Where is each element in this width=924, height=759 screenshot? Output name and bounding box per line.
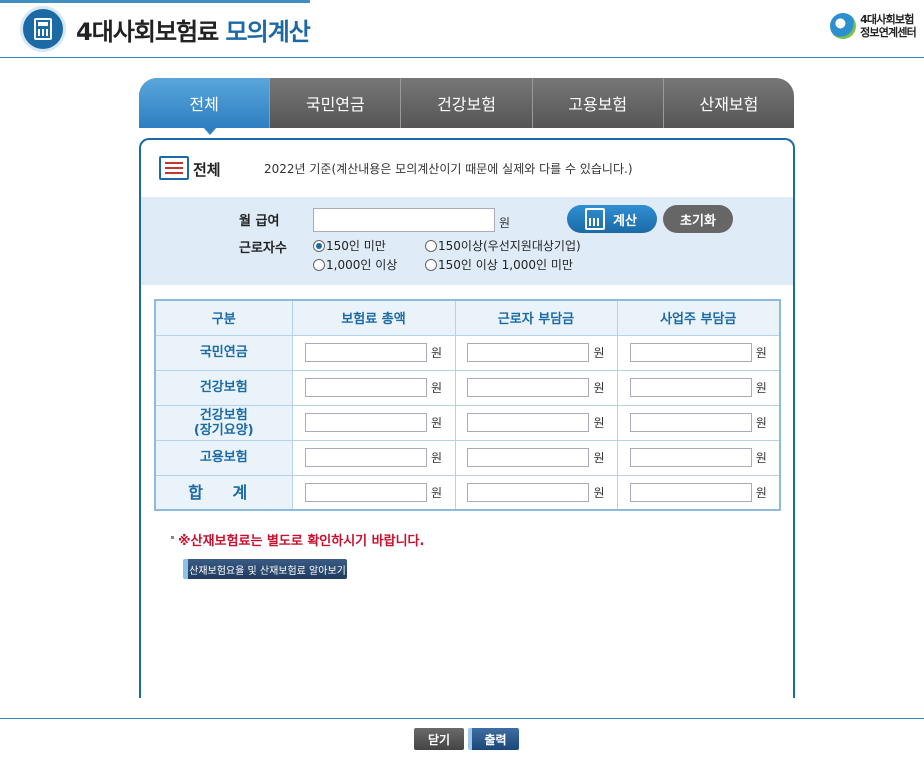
sum-employer-input[interactable] [629, 482, 752, 502]
table-row: 건강보험 (장기요양) 원 원 원 [154, 404, 781, 441]
reset-button[interactable]: 초기화 [663, 205, 733, 233]
logo-mark-icon [830, 13, 857, 39]
col-category: 구분 [154, 299, 293, 336]
unit: 원 [593, 451, 605, 465]
table-row: 합 계 원 원 원 [154, 474, 781, 511]
employment-total-input[interactable] [304, 448, 427, 467]
page-title: 4대사회보험료 모의계산 [76, 18, 311, 46]
salary-unit: 원 [499, 216, 511, 230]
longterm-care-employee-input[interactable] [467, 413, 590, 432]
unit: 원 [593, 416, 605, 430]
premium-table: 구분 보험료 총액 근로자 부담금 사업주 부담금 국민연금 원 원 원 건강보… [154, 299, 781, 511]
unit: 원 [755, 451, 767, 465]
radio-dot [425, 258, 437, 271]
section-title: 전체 [193, 161, 221, 179]
monitor-icon [159, 156, 189, 180]
tab-industrial-accident[interactable]: 산재보험 [664, 78, 794, 128]
calculate-button[interactable]: 계산 [567, 205, 657, 233]
sum-total-input[interactable] [304, 482, 427, 502]
bullet-icon [171, 536, 174, 539]
row-label: 건강보험 [154, 369, 293, 406]
row-label: 건강보험 (장기요양) [154, 404, 293, 441]
col-employee-share: 근로자 부담금 [454, 299, 618, 336]
unit: 원 [593, 346, 605, 360]
radio-150-priority[interactable]: 150이상(우선지원대상기업) [425, 237, 581, 254]
row-label: 고용보험 [154, 439, 293, 476]
tab-employment-insurance[interactable]: 고용보험 [533, 78, 664, 128]
unit: 원 [755, 381, 767, 395]
workers-label: 근로자수 [239, 241, 287, 256]
table-row: 건강보험 원 원 원 [154, 369, 781, 406]
unit: 원 [430, 485, 443, 500]
unit: 원 [430, 381, 443, 395]
calculator-icon [585, 208, 605, 230]
radio-dot [313, 239, 325, 252]
national-pension-total-input[interactable] [304, 343, 427, 362]
unit: 원 [430, 451, 443, 465]
longterm-care-total-input[interactable] [304, 413, 427, 432]
col-total-premium: 보험료 총액 [291, 299, 456, 336]
main-panel: 전체 2022년 기준(계산내용은 모의계산이기 때문에 실제와 다를 수 있습… [139, 138, 795, 698]
radio-dot [425, 239, 437, 252]
national-pension-employer-input[interactable] [629, 343, 752, 362]
calculator-icon [20, 6, 66, 52]
salary-input[interactable] [313, 208, 495, 232]
industrial-accident-rate-link-button[interactable]: 산재보험요율 및 산재보험료 알아보기 [183, 559, 347, 579]
unit: 원 [755, 346, 767, 360]
unit: 원 [593, 381, 605, 395]
app-header: 4대사회보험료 모의계산 4대사회보험 정보연계센터 [0, 0, 924, 58]
unit: 원 [430, 416, 443, 430]
row-label: 국민연금 [154, 334, 293, 371]
row-label-total: 합 계 [154, 474, 293, 511]
health-employee-input[interactable] [467, 378, 590, 397]
tab-all[interactable]: 전체 [139, 78, 271, 128]
salary-label: 월 급여 [239, 214, 280, 229]
logo-line-1: 4대사회보험 [860, 13, 914, 26]
section-note: 2022년 기준(계산내용은 모의계산이기 때문에 실제와 다를 수 있습니다.… [264, 162, 633, 176]
close-button[interactable]: 닫기 [414, 728, 464, 750]
header-topline [0, 0, 310, 3]
unit: 원 [430, 346, 443, 360]
tab-health-insurance[interactable]: 건강보험 [401, 78, 533, 128]
table-header-row: 구분 보험료 총액 근로자 부담금 사업주 부담금 [154, 299, 781, 336]
longterm-care-employer-input[interactable] [629, 413, 752, 432]
table-row: 고용보험 원 원 원 [154, 439, 781, 476]
employment-employee-input[interactable] [467, 448, 590, 467]
health-employer-input[interactable] [629, 378, 752, 397]
sum-employee-input[interactable] [467, 482, 590, 502]
radio-1000-over[interactable]: 1,000인 이상 [313, 256, 397, 273]
footer: 닫기 출력 [0, 718, 924, 759]
radio-under-150[interactable]: 150인 미만 [313, 237, 386, 254]
unit: 원 [755, 416, 767, 430]
table-row: 국민연금 원 원 원 [154, 334, 781, 371]
national-pension-employee-input[interactable] [467, 343, 590, 362]
logo-line-2: 정보연계센터 [860, 26, 917, 39]
col-employer-share: 사업주 부담금 [616, 299, 781, 336]
input-area: 월 급여 원 계산 초기화 근로자수 150인 미만 150이상(우선지원대상기… [141, 197, 793, 285]
org-logo: 4대사회보험 정보연계센터 [830, 13, 917, 39]
print-button[interactable]: 출력 [468, 728, 519, 750]
employment-employer-input[interactable] [629, 448, 752, 467]
unit: 원 [593, 485, 605, 500]
industrial-accident-notice: ※산재보험료는 별도로 확인하시기 바랍니다. [171, 530, 424, 549]
radio-150-to-1000[interactable]: 150인 이상 1,000인 미만 [425, 256, 573, 273]
active-tab-pointer [203, 127, 217, 135]
unit: 원 [755, 485, 767, 500]
tab-bar: 전체 국민연금 건강보험 고용보험 산재보험 [139, 78, 794, 128]
health-total-input[interactable] [304, 378, 427, 397]
tab-national-pension[interactable]: 국민연금 [270, 78, 402, 128]
radio-dot [313, 258, 325, 271]
